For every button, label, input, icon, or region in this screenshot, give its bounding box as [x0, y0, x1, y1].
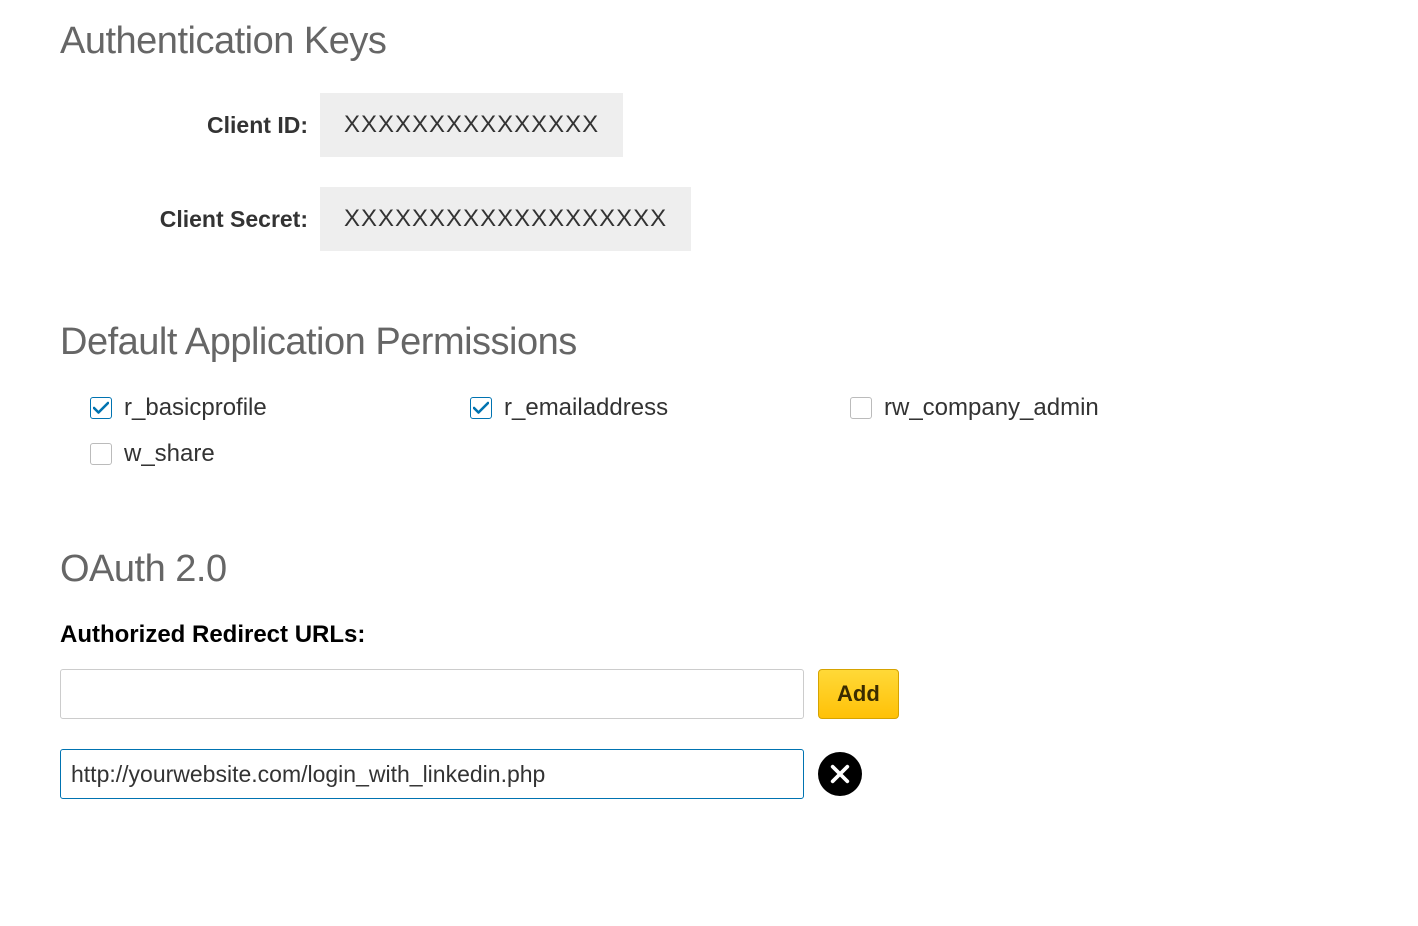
add-url-button[interactable]: Add	[818, 669, 899, 719]
permission-label: w_share	[124, 440, 215, 468]
permission-r-basicprofile: r_basicprofile	[90, 394, 470, 422]
permission-r-emailaddress: r_emailaddress	[470, 394, 850, 422]
client-id-row: Client ID: XXXXXXXXXXXXXXX	[60, 93, 1358, 157]
permission-rw-company-admin: rw_company_admin	[850, 394, 1230, 422]
redirect-urls-label: Authorized Redirect URLs:	[60, 621, 1358, 649]
auth-keys-heading: Authentication Keys	[60, 20, 1358, 63]
checkbox-rw-company-admin[interactable]	[850, 397, 872, 419]
new-redirect-url-input[interactable]	[60, 669, 804, 719]
permission-label: r_basicprofile	[124, 394, 267, 422]
permission-label: r_emailaddress	[504, 394, 668, 422]
client-secret-row: Client Secret: XXXXXXXXXXXXXXXXXXX	[60, 187, 1358, 251]
checkmark-icon	[93, 401, 109, 415]
client-secret-label: Client Secret:	[60, 206, 320, 233]
remove-url-button[interactable]	[818, 752, 862, 796]
existing-url-row	[60, 749, 1358, 799]
redirect-url-input[interactable]	[60, 749, 804, 799]
oauth-heading: OAuth 2.0	[60, 548, 1358, 591]
permissions-grid: r_basicprofile r_emailaddress rw_company…	[90, 394, 1230, 468]
checkbox-r-emailaddress[interactable]	[470, 397, 492, 419]
permission-w-share: w_share	[90, 440, 470, 468]
close-icon	[829, 763, 851, 785]
permission-label: rw_company_admin	[884, 394, 1099, 422]
checkmark-icon	[473, 401, 489, 415]
checkbox-w-share[interactable]	[90, 443, 112, 465]
client-id-label: Client ID:	[60, 112, 320, 139]
add-url-row: Add	[60, 669, 1358, 719]
checkbox-r-basicprofile[interactable]	[90, 397, 112, 419]
permissions-heading: Default Application Permissions	[60, 321, 1358, 364]
client-id-value: XXXXXXXXXXXXXXX	[320, 93, 623, 157]
client-secret-value: XXXXXXXXXXXXXXXXXXX	[320, 187, 691, 251]
